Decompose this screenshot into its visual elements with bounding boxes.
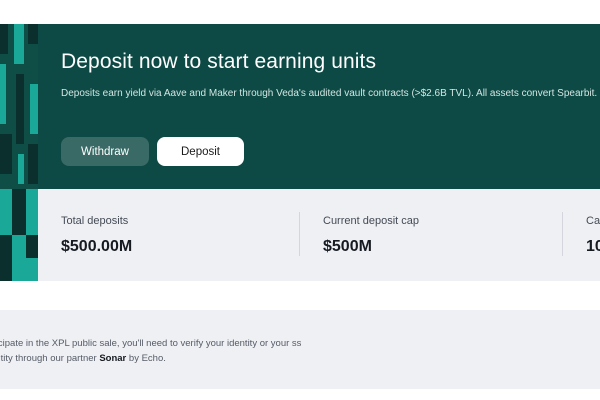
- stats-bar: Total deposits $500.00M Current deposit …: [38, 189, 600, 281]
- stat-divider: [299, 212, 300, 256]
- stat-value: $500M: [323, 238, 372, 255]
- partner-name: Sonar: [99, 353, 127, 364]
- withdraw-button[interactable]: Withdraw: [61, 137, 149, 166]
- stat-value: $500.00M: [61, 238, 133, 255]
- stat-label: Current deposit cap: [323, 215, 419, 227]
- deposit-hero: Deposit now to start earning units Depos…: [38, 24, 600, 189]
- notice-text: rticipate in the XPL public sale, you'll…: [0, 336, 320, 366]
- stat-value: 10: [586, 238, 600, 255]
- stat-divider: [562, 212, 563, 256]
- deposit-button[interactable]: Deposit: [157, 137, 244, 166]
- deposit-card: Deposit now to start earning units Depos…: [0, 24, 600, 281]
- hero-title: Deposit now to start earning units: [61, 50, 377, 73]
- decorative-pattern: [0, 24, 38, 281]
- stat-label: Ca: [586, 215, 600, 227]
- public-sale-notice: rticipate in the XPL public sale, you'll…: [0, 310, 600, 389]
- notice-text-after: by Echo.: [126, 353, 166, 364]
- hero-description: Deposits earn yield via Aave and Maker t…: [61, 88, 598, 99]
- stat-label: Total deposits: [61, 215, 129, 227]
